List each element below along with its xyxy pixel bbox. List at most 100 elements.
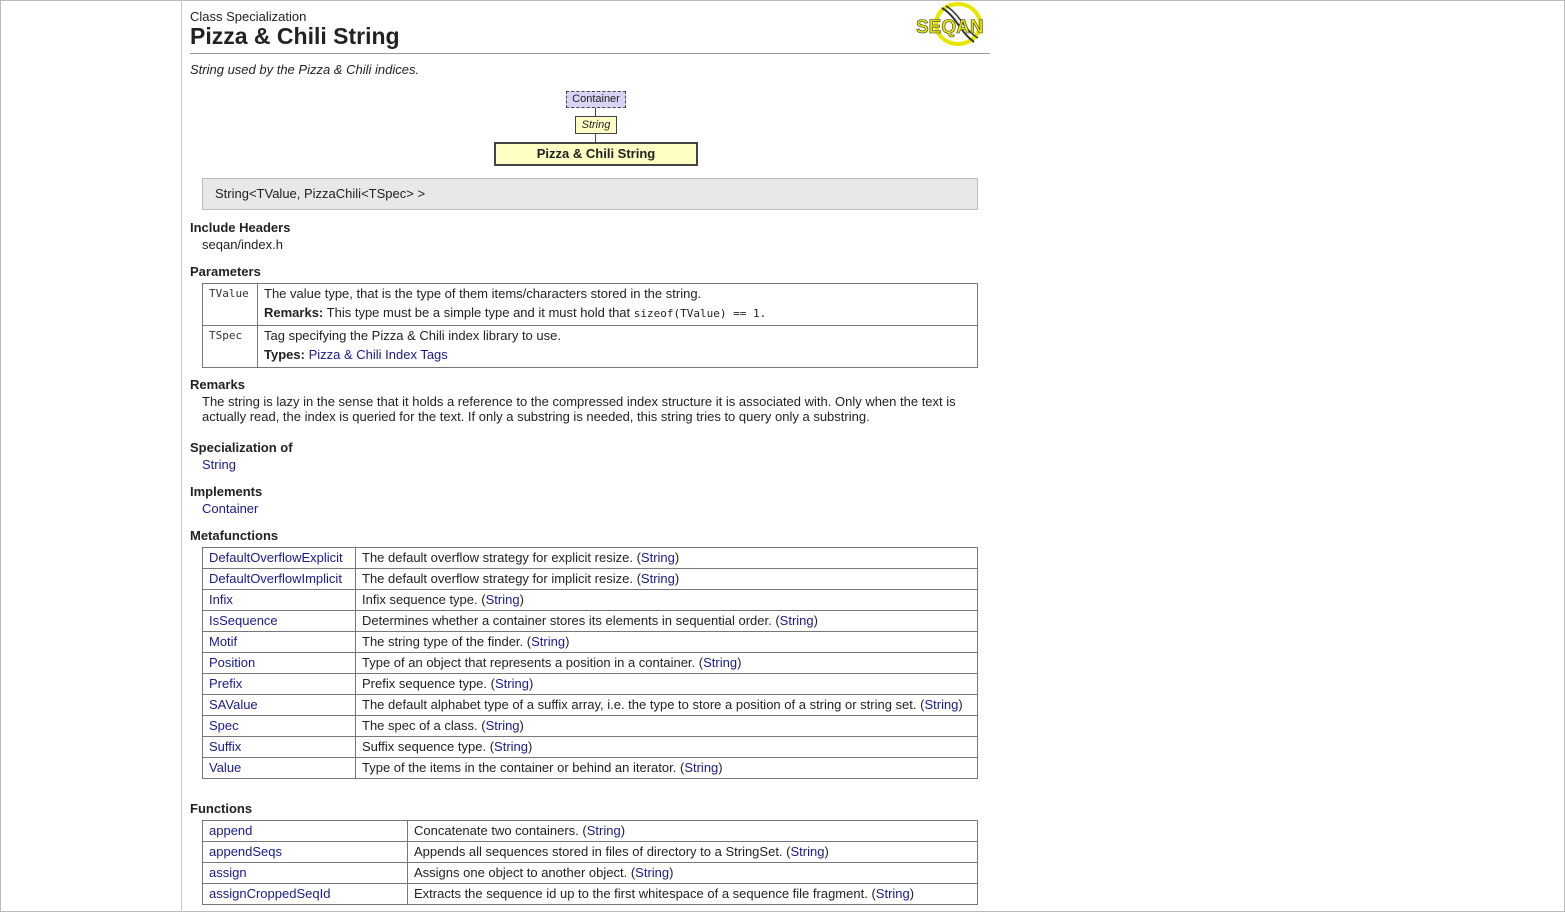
- metafunctions-table: DefaultOverflowExplicit The default over…: [202, 547, 978, 779]
- metafunction-link[interactable]: DefaultOverflowExplicit: [209, 550, 343, 565]
- diagram-node-string[interactable]: String: [575, 116, 617, 134]
- metafunction-ref[interactable]: String: [486, 592, 520, 607]
- metafunction-desc: The default overflow strategy for implic…: [362, 571, 637, 586]
- metafunctions-heading: Metafunctions: [190, 528, 279, 543]
- seqan-logo-icon: SEQAN: [916, 2, 984, 46]
- metafunction-desc: Infix sequence type.: [362, 592, 482, 607]
- diagram-node-container[interactable]: Container: [566, 91, 626, 108]
- table-row: Position Type of an object that represen…: [202, 652, 978, 674]
- metafunction-link[interactable]: Suffix: [209, 739, 241, 754]
- function-link[interactable]: assign: [209, 865, 247, 880]
- diagram-edge: [595, 134, 596, 142]
- remarks-heading: Remarks: [190, 377, 245, 392]
- param-remarks-text: This type must be a simple type and it m…: [326, 305, 634, 320]
- page-title: Pizza & Chili String: [190, 23, 400, 49]
- metafunction-ref[interactable]: String: [486, 718, 520, 733]
- function-ref[interactable]: String: [587, 823, 621, 838]
- metafunction-link[interactable]: SAValue: [209, 697, 258, 712]
- metafunction-ref[interactable]: String: [494, 739, 528, 754]
- table-row: Infix Infix sequence type. (String): [202, 589, 978, 611]
- metafunction-link[interactable]: Prefix: [209, 676, 242, 691]
- metafunction-ref[interactable]: String: [641, 571, 675, 586]
- function-desc: Appends all sequences stored in files of…: [414, 844, 787, 859]
- metafunction-link[interactable]: IsSequence: [209, 613, 278, 628]
- diagram-edge: [595, 108, 596, 116]
- function-desc: Concatenate two containers.: [414, 823, 583, 838]
- function-link[interactable]: assignCroppedSeqId: [209, 886, 330, 901]
- metafunction-link[interactable]: Infix: [209, 592, 233, 607]
- param-name: TSpec: [202, 325, 258, 368]
- table-row: Suffix Suffix sequence type. (String): [202, 736, 978, 758]
- table-row: assign Assigns one object to another obj…: [202, 862, 978, 884]
- table-row: Spec The spec of a class. (String): [202, 715, 978, 737]
- metafunction-ref[interactable]: String: [924, 697, 958, 712]
- table-row: appendSeqs Appends all sequences stored …: [202, 841, 978, 863]
- metafunction-desc: Suffix sequence type.: [362, 739, 490, 754]
- table-row: append Concatenate two containers. (Stri…: [202, 820, 978, 842]
- metafunction-desc: Type of the items in the container or be…: [362, 760, 680, 775]
- metafunction-ref[interactable]: String: [684, 760, 718, 775]
- logo-text: SEQAN: [916, 17, 984, 38]
- metafunction-ref[interactable]: String: [641, 550, 675, 565]
- functions-table: append Concatenate two containers. (Stri…: [202, 820, 978, 905]
- metafunction-ref[interactable]: String: [495, 676, 529, 691]
- window-frame-left: [0, 0, 1, 912]
- table-row: IsSequence Determines whether a containe…: [202, 610, 978, 632]
- param-desc: The value type, that is the type of them…: [257, 283, 978, 326]
- function-desc: Assigns one object to another object.: [414, 865, 631, 880]
- function-link[interactable]: append: [209, 823, 252, 838]
- table-row: TValue The value type, that is the type …: [202, 283, 978, 326]
- metafunction-desc: The default overflow strategy for explic…: [362, 550, 637, 565]
- param-types-label: Types:: [264, 347, 305, 362]
- table-row: assignCroppedSeqId Extracts the sequence…: [202, 883, 978, 905]
- seqan-logo[interactable]: SEQAN: [916, 2, 988, 48]
- function-ref[interactable]: String: [876, 886, 910, 901]
- specialization-heading: Specialization of: [190, 440, 293, 455]
- table-row: SAValue The default alphabet type of a s…: [202, 694, 978, 716]
- metafunction-ref[interactable]: String: [531, 634, 565, 649]
- implements-heading: Implements: [190, 484, 263, 499]
- remarks-text: The string is lazy in the sense that it …: [202, 394, 956, 424]
- implements-link[interactable]: Container: [202, 501, 258, 516]
- param-name: TValue: [202, 283, 258, 326]
- param-remarks-label: Remarks:: [264, 305, 324, 320]
- function-ref[interactable]: String: [791, 844, 825, 859]
- table-row: TSpec Tag specifying the Pizza & Chili i…: [202, 325, 978, 368]
- function-desc: Extracts the sequence id up to the first…: [414, 886, 872, 901]
- metafunction-ref[interactable]: String: [703, 655, 737, 670]
- specialization-link[interactable]: String: [202, 457, 236, 472]
- param-desc-text: Tag specifying the Pizza & Chili index l…: [264, 328, 561, 343]
- param-types-link[interactable]: Pizza & Chili Index Tags: [309, 347, 448, 362]
- functions-heading: Functions: [190, 801, 253, 816]
- function-ref[interactable]: String: [635, 865, 669, 880]
- page-left-rule: [181, 0, 182, 912]
- include-headers-value: seqan/index.h: [202, 237, 283, 252]
- include-headers-heading: Include Headers: [190, 220, 291, 235]
- metafunction-link[interactable]: Value: [209, 760, 241, 775]
- parameters-heading: Parameters: [190, 264, 261, 279]
- metafunction-link[interactable]: Position: [209, 655, 255, 670]
- metafunction-desc: The spec of a class.: [362, 718, 482, 733]
- page-header: Class Specialization Pizza & Chili Strin…: [190, 0, 990, 54]
- metafunction-desc: The string type of the finder.: [362, 634, 527, 649]
- metafunction-desc: Prefix sequence type.: [362, 676, 491, 691]
- diagram-node-current: Pizza & Chili String: [494, 142, 698, 166]
- metafunction-ref[interactable]: String: [780, 613, 814, 628]
- table-row: DefaultOverflowImplicit The default over…: [202, 568, 978, 590]
- class-signature: String<TValue, PizzaChili<TSpec> >: [202, 178, 978, 210]
- doc-content: Class Specialization Pizza & Chili Strin…: [190, 0, 990, 905]
- parameters-table: TValue The value type, that is the type …: [202, 283, 978, 368]
- param-desc: Tag specifying the Pizza & Chili index l…: [257, 325, 978, 368]
- table-row: DefaultOverflowExplicit The default over…: [202, 547, 978, 569]
- table-row: Motif The string type of the finder. (St…: [202, 631, 978, 653]
- param-desc-text: The value type, that is the type of them…: [264, 286, 702, 301]
- metafunction-desc: Type of an object that represents a posi…: [362, 655, 699, 670]
- table-row: Value Type of the items in the container…: [202, 757, 978, 779]
- page-summary: String used by the Pizza & Chili indices…: [190, 62, 420, 77]
- metafunction-link[interactable]: Spec: [209, 718, 239, 733]
- metafunction-link[interactable]: DefaultOverflowImplicit: [209, 571, 342, 586]
- function-link[interactable]: appendSeqs: [209, 844, 282, 859]
- metafunction-desc: The default alphabet type of a suffix ar…: [362, 697, 921, 712]
- metafunction-link[interactable]: Motif: [209, 634, 237, 649]
- param-remarks-code: sizeof(TValue) == 1.: [633, 307, 767, 320]
